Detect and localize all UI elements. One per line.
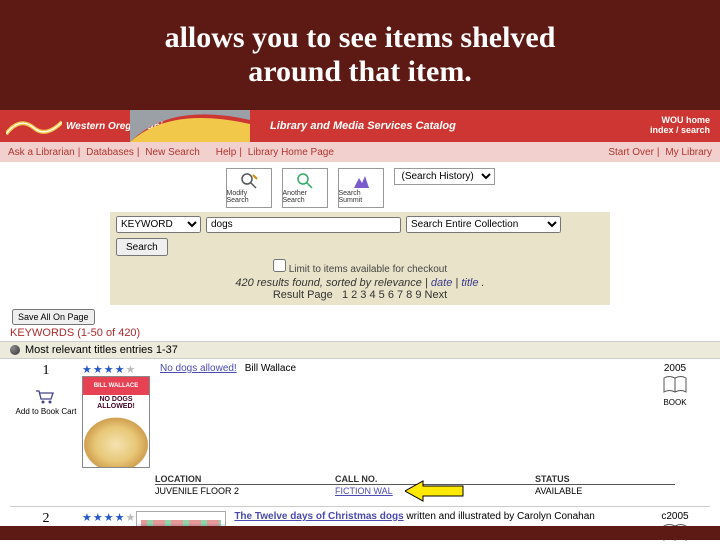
book-icon — [662, 374, 688, 396]
tool-label: Another Search — [283, 190, 327, 204]
table-row: JUVENILE FLOOR 2 FICTION WAL AVAILABLE — [155, 484, 675, 496]
modify-search-button[interactable]: Modify Search — [226, 168, 272, 208]
result-row-1: 1 Add to Book Cart ★★★★★ BILL WALLACE NO… — [0, 359, 720, 468]
site-header: Western Oregon University Library and Me… — [0, 110, 720, 142]
book-title-link[interactable]: No dogs allowed! — [160, 363, 237, 374]
slide-title: allows you to see items shelved around t… — [165, 21, 556, 90]
search-input[interactable] — [206, 217, 401, 233]
relevance-dot-icon — [10, 345, 20, 355]
search-summit-button[interactable]: Search Summit — [338, 168, 384, 208]
limit-available-checkbox[interactable] — [273, 259, 286, 272]
relevance-stars: ★★★★★ — [82, 511, 136, 524]
callno-link[interactable]: FICTION WAL — [335, 486, 393, 496]
book-author: written and illustrated by Carolyn Conah… — [406, 511, 594, 522]
relevance-heading: Most relevant titles entries 1-37 — [25, 344, 178, 356]
book-title-link[interactable]: The Twelve days of Christmas dogs — [234, 511, 403, 522]
callout-arrow-icon — [405, 480, 465, 504]
col-status: STATUS — [535, 474, 675, 484]
holdings-table: LOCATION CALL NO. STATUS JUVENILE FLOOR … — [155, 474, 675, 496]
header-right-links[interactable]: WOU home index / search — [650, 116, 720, 136]
add-to-cart-label[interactable]: Add to Book Cart — [10, 407, 82, 416]
magnifier-icon — [296, 172, 314, 190]
keywords-heading: KEYWORDS (1-50 of 420) — [0, 325, 720, 339]
cover-title: NO DOGS ALLOWED! — [83, 395, 149, 411]
save-all-button[interactable]: Save All On Page — [12, 309, 95, 325]
relevance-group-bar: Most relevant titles entries 1-37 — [0, 341, 720, 359]
tool-label: Modify Search — [227, 190, 271, 204]
nav-start-over[interactable]: Start Over — [608, 147, 654, 158]
cover-art-dog-icon — [83, 411, 149, 467]
cover-author: BILL WALLACE — [83, 377, 149, 395]
collection-select[interactable]: Search Entire Collection — [406, 216, 561, 233]
nav-help[interactable]: Help — [216, 147, 237, 158]
book-cover[interactable]: BILL WALLACE NO DOGS ALLOWED! — [82, 376, 150, 468]
search-field-select[interactable]: KEYWORD — [116, 216, 201, 233]
pub-year: c2005 — [640, 511, 710, 522]
item-type: BOOK — [640, 398, 710, 407]
results-count: 420 results found, sorted by relevance | — [235, 277, 430, 289]
magnifier-pencil-icon — [240, 172, 258, 190]
pagination-links[interactable]: 1 2 3 4 5 6 7 8 9 Next — [342, 289, 447, 301]
link-index-search[interactable]: index / search — [650, 126, 710, 136]
col-location: LOCATION — [155, 474, 335, 484]
header-swoosh-icon — [130, 110, 250, 142]
book-author: Bill Wallace — [245, 363, 296, 374]
nav-new-search[interactable]: New Search — [145, 147, 199, 158]
status-value: AVAILABLE — [535, 486, 675, 496]
nav-bar: Ask a Librarian| Databases| New Search H… — [0, 142, 720, 162]
slide-title-line1: allows you to see items shelved — [165, 21, 556, 54]
tool-label: Search Summit — [339, 190, 383, 204]
summit-icon — [352, 172, 370, 190]
wou-logo-icon — [6, 116, 62, 136]
cart-icon[interactable] — [35, 389, 57, 405]
nav-my-library[interactable]: My Library — [665, 147, 712, 158]
sort-title-link[interactable]: title — [461, 277, 478, 289]
pub-year: 2005 — [640, 363, 710, 374]
result-page-label: Result Page — [273, 289, 333, 301]
slide-title-band: allows you to see items shelved around t… — [0, 0, 720, 110]
sort-date-link[interactable]: date — [431, 277, 452, 289]
slide-footer — [0, 526, 720, 540]
limit-available-label: Limit to items available for checkout — [289, 264, 447, 275]
nav-library-home[interactable]: Library Home Page — [248, 147, 334, 158]
result-number: 2 — [10, 511, 82, 527]
search-bar: KEYWORD Search Entire Collection Search … — [110, 212, 610, 305]
catalog-title: Library and Media Services Catalog — [270, 120, 456, 132]
search-button[interactable]: Search — [116, 238, 168, 256]
catalog-page: Western Oregon University Library and Me… — [0, 110, 720, 546]
search-history-select[interactable]: (Search History) — [394, 168, 495, 185]
nav-databases[interactable]: Databases — [86, 147, 134, 158]
results-meta: 420 results found, sorted by relevance |… — [116, 275, 604, 301]
nav-ask-librarian[interactable]: Ask a Librarian — [8, 147, 75, 158]
slide-title-line2: around that item. — [248, 55, 472, 88]
another-search-button[interactable]: Another Search — [282, 168, 328, 208]
tool-buttons-row: Modify Search Another Search Search Summ… — [0, 162, 720, 212]
result-number: 1 — [10, 363, 82, 379]
relevance-stars: ★★★★★ — [82, 363, 150, 376]
location-value: JUVENILE FLOOR 2 — [155, 486, 335, 496]
